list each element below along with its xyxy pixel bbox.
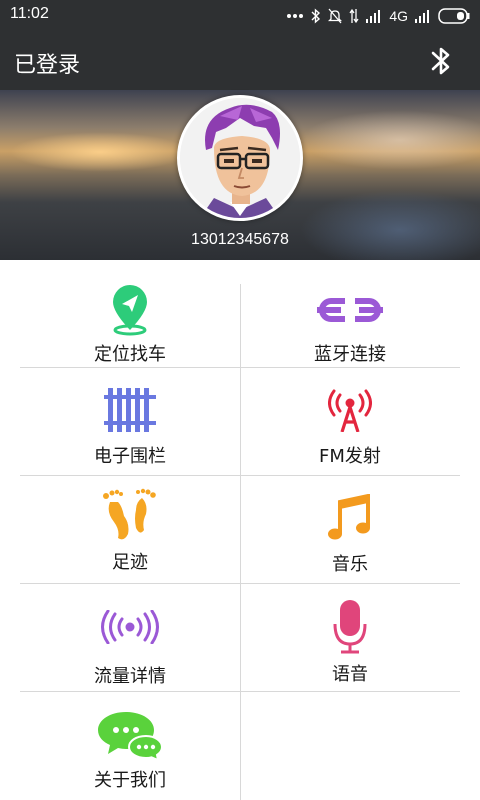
fence-icon bbox=[104, 388, 156, 432]
phone-number: 13012345678 bbox=[191, 231, 289, 248]
menu-item-bluetooth-connect[interactable]: 蓝牙连接 bbox=[240, 284, 460, 367]
status-time: 11:02 bbox=[10, 5, 49, 22]
battery-icon bbox=[438, 8, 470, 24]
location-pin-icon bbox=[113, 285, 147, 336]
menu-item-label: 音乐 bbox=[332, 554, 368, 575]
bluetooth-button[interactable] bbox=[426, 44, 456, 78]
data-transfer-icon bbox=[349, 8, 359, 24]
title-bar: 已登录 bbox=[0, 32, 480, 90]
signal-waves-icon bbox=[101, 610, 159, 644]
menu-item-label: FM发射 bbox=[319, 446, 381, 467]
menu-item-label: 定位找车 bbox=[94, 344, 166, 365]
chat-bubbles-icon bbox=[98, 712, 164, 760]
bluetooth-icon bbox=[431, 47, 450, 75]
status-icons: 4G bbox=[286, 6, 470, 26]
menu-item-label: 电子围栏 bbox=[94, 446, 166, 467]
avatar[interactable] bbox=[177, 95, 303, 221]
banner-background-car bbox=[300, 190, 480, 260]
mute-bell-icon bbox=[328, 8, 343, 24]
music-note-icon bbox=[328, 494, 370, 540]
banner-background-glow bbox=[10, 132, 190, 172]
signal-strength-icon bbox=[366, 9, 382, 23]
menu-item-label: 关于我们 bbox=[94, 770, 166, 791]
menu-item-label: 语音 bbox=[332, 664, 368, 685]
menu-item-fm-transmit[interactable]: FM发射 bbox=[240, 368, 460, 475]
banner-background-sky bbox=[300, 110, 480, 170]
bluetooth-status-icon bbox=[311, 8, 321, 24]
footprints-icon bbox=[103, 488, 156, 540]
menu-item-geofence[interactable]: 电子围栏 bbox=[20, 368, 240, 475]
network-type: 4G bbox=[389, 8, 408, 24]
more-dots-icon bbox=[286, 13, 304, 19]
menu-item-music[interactable]: 音乐 bbox=[240, 476, 460, 583]
menu-item-label: 足迹 bbox=[112, 552, 148, 573]
menu-item-label: 蓝牙连接 bbox=[314, 344, 386, 365]
menu-item-label: 流量详情 bbox=[94, 666, 166, 687]
status-bar: 11:02 4G bbox=[0, 0, 480, 32]
menu-item-locate-car[interactable]: 定位找车 bbox=[20, 284, 240, 367]
menu-item-voice[interactable]: 语音 bbox=[240, 584, 460, 691]
link-chain-icon bbox=[317, 298, 383, 322]
page-title: 已登录 bbox=[14, 53, 81, 78]
menu-grid: 定位找车 蓝牙连接 电子围栏 FM发射 足迹 音乐 流量详情 语音 关于我们 bbox=[20, 284, 460, 800]
menu-item-data-usage[interactable]: 流量详情 bbox=[20, 584, 240, 691]
avatar-cartoon-face-icon bbox=[180, 98, 300, 218]
antenna-icon bbox=[328, 389, 372, 432]
signal-strength-icon-2 bbox=[415, 9, 431, 23]
menu-item-footprints[interactable]: 足迹 bbox=[20, 476, 240, 583]
menu-item-about-us[interactable]: 关于我们 bbox=[20, 692, 240, 800]
microphone-icon bbox=[333, 600, 367, 654]
